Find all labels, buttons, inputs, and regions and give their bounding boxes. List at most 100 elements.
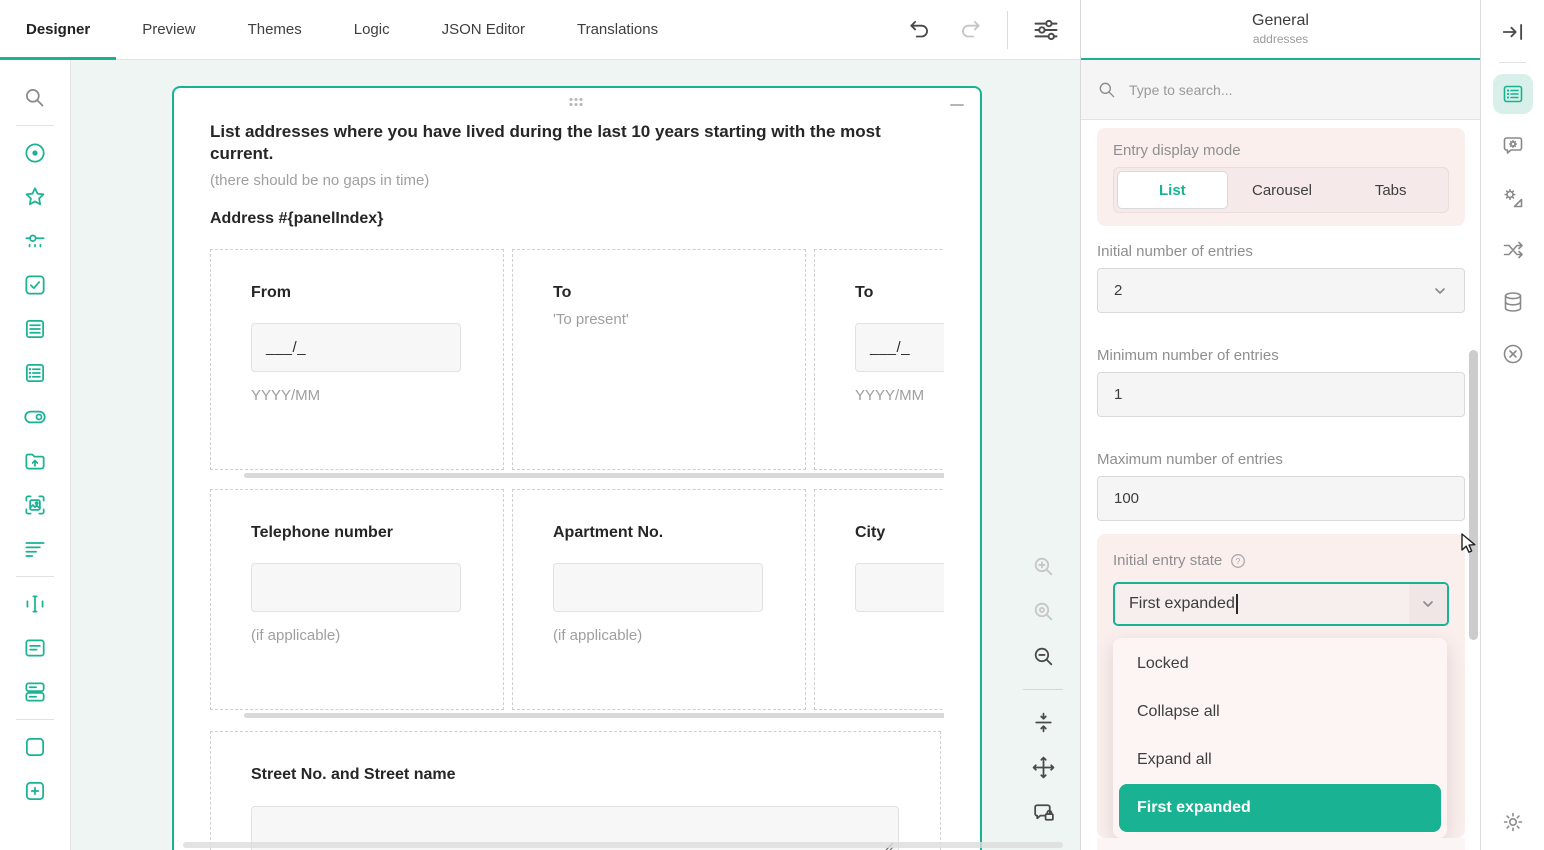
entry-display-mode-card: Entry display mode List Carousel Tabs xyxy=(1097,128,1465,226)
field-from[interactable]: From ___/_ YYYY/MM xyxy=(210,249,504,470)
settings-gear-icon[interactable] xyxy=(1501,810,1525,834)
field-description: YYYY/MM xyxy=(251,387,321,404)
logic-tab-icon[interactable] xyxy=(1493,230,1533,270)
tab-translations[interactable]: Translations xyxy=(551,0,684,59)
field-label: Street No. and Street name xyxy=(251,766,456,783)
boolean-toggle-icon[interactable] xyxy=(13,395,57,439)
zoom-out-icon[interactable] xyxy=(1031,644,1056,669)
field-label: Apartment No. xyxy=(553,524,664,541)
ranking-icon[interactable] xyxy=(13,527,57,571)
redo-icon[interactable] xyxy=(957,17,983,43)
tab-themes[interactable]: Themes xyxy=(222,0,328,59)
top-toolbar: Designer Preview Themes Logic JSON Edito… xyxy=(0,0,1080,60)
toolbox-divider xyxy=(16,576,54,577)
multiple-textboxes-icon[interactable] xyxy=(13,670,57,714)
option-expand-all[interactable]: Expand all xyxy=(1113,736,1447,784)
masked-date-input[interactable]: ___/_ xyxy=(251,323,461,372)
question-description[interactable]: (there should be no gaps in time) xyxy=(210,172,944,189)
field-label: From xyxy=(251,284,291,301)
layout-tab-icon[interactable] xyxy=(1493,178,1533,218)
comment-icon[interactable] xyxy=(13,626,57,670)
collapse-question-icon[interactable] xyxy=(950,104,964,106)
initial-entries-value: 2 xyxy=(1114,282,1123,299)
panel-scrollbar-thumb[interactable] xyxy=(1469,350,1478,640)
field-street[interactable]: Street No. and Street name xyxy=(210,731,941,850)
dynamic-panel-icon[interactable] xyxy=(13,769,57,813)
tab-json-editor[interactable]: JSON Editor xyxy=(416,0,551,59)
text-input[interactable] xyxy=(251,563,461,612)
collapse-all-icon[interactable] xyxy=(1031,710,1056,735)
text-input-icon[interactable] xyxy=(13,582,57,626)
initial-entry-state-combobox[interactable]: First expanded xyxy=(1113,582,1449,626)
option-first-expanded[interactable]: First expanded xyxy=(1119,784,1441,832)
rating-star-icon[interactable] xyxy=(13,175,57,219)
max-entries-input[interactable]: 100 xyxy=(1097,476,1465,521)
radiogroup-icon[interactable] xyxy=(13,131,57,175)
tab-designer[interactable]: Designer xyxy=(0,0,117,60)
option-list[interactable]: List xyxy=(1117,171,1228,209)
selected-question-panel[interactable]: List addresses where you have lived duri… xyxy=(172,86,982,850)
field-to[interactable]: To ___/_ YYYY/MM xyxy=(814,249,944,470)
min-entries-value: 1 xyxy=(1114,386,1123,403)
drag-handle-icon[interactable] xyxy=(569,98,585,108)
tab-preview[interactable]: Preview xyxy=(116,0,221,59)
field-telephone[interactable]: Telephone number (if applicable) xyxy=(210,489,504,710)
expand-all-icon[interactable] xyxy=(1031,755,1056,780)
field-to-present[interactable]: To 'To present' xyxy=(512,249,806,470)
selected-element-name: addresses xyxy=(1252,32,1309,46)
search-icon xyxy=(1097,80,1117,100)
field-apartment[interactable]: Apartment No. (if applicable) xyxy=(512,489,806,710)
field-label: To xyxy=(855,284,874,301)
panel-template-title[interactable]: Address #{panelIndex} xyxy=(210,210,944,228)
zoom-reset-icon[interactable] xyxy=(1031,599,1056,624)
adjust-settings-icon[interactable] xyxy=(1032,16,1060,44)
field-label: Telephone number xyxy=(251,524,393,541)
lock-state-icon[interactable] xyxy=(1031,800,1056,825)
slider-icon[interactable] xyxy=(13,219,57,263)
text-input[interactable] xyxy=(553,563,763,612)
checkbox-icon[interactable] xyxy=(13,263,57,307)
field-label: City xyxy=(855,524,886,541)
min-entries-input[interactable]: 1 xyxy=(1097,372,1465,417)
combobox-value: First expanded xyxy=(1129,595,1235,612)
validation-tab-icon[interactable] xyxy=(1493,334,1533,374)
tagbox-icon[interactable] xyxy=(13,351,57,395)
collapse-right-icon[interactable] xyxy=(1500,19,1526,45)
general-tab-icon[interactable] xyxy=(1492,74,1533,114)
help-icon[interactable]: ? xyxy=(1230,553,1246,569)
chevron-down-icon[interactable] xyxy=(1409,584,1447,624)
question-title[interactable]: List addresses where you have lived duri… xyxy=(210,121,944,165)
field-city[interactable]: City xyxy=(814,489,944,710)
row-divider-bar xyxy=(244,473,944,478)
min-entries-group: Minimum number of entries 1 xyxy=(1097,347,1465,417)
toolbar-actions xyxy=(907,0,1060,59)
dropdown-icon[interactable] xyxy=(13,307,57,351)
search-icon[interactable] xyxy=(13,76,57,120)
row-divider-bar xyxy=(244,713,944,718)
option-collapse-all[interactable]: Collapse all xyxy=(1113,688,1447,736)
text-input[interactable] xyxy=(855,563,944,612)
initial-entries-label: Initial number of entries xyxy=(1097,243,1253,260)
search-input[interactable] xyxy=(1127,80,1464,99)
horizontal-scrollbar[interactable] xyxy=(183,842,1063,848)
option-carousel[interactable]: Carousel xyxy=(1228,171,1337,209)
field-description: YYYY/MM xyxy=(855,387,925,404)
zoom-in-icon[interactable] xyxy=(1031,554,1056,579)
entry-display-mode-segmented: List Carousel Tabs xyxy=(1113,167,1449,213)
property-panel-header: General addresses xyxy=(1081,0,1480,60)
behavior-tab-icon[interactable] xyxy=(1493,126,1533,166)
zoombar-divider xyxy=(1023,689,1063,690)
option-locked[interactable]: Locked xyxy=(1113,640,1447,688)
data-tab-icon[interactable] xyxy=(1493,282,1533,322)
file-upload-icon[interactable] xyxy=(13,439,57,483)
option-tabs[interactable]: Tabs xyxy=(1336,171,1445,209)
panel-icon[interactable] xyxy=(13,725,57,769)
right-icon-strip xyxy=(1480,0,1544,850)
field-description: (if applicable) xyxy=(251,627,341,644)
image-picker-icon[interactable] xyxy=(13,483,57,527)
initial-entries-dropdown[interactable]: 2 xyxy=(1097,268,1465,313)
tab-logic[interactable]: Logic xyxy=(328,0,416,59)
design-surface: List addresses where you have lived duri… xyxy=(71,60,1080,850)
masked-date-input[interactable]: ___/_ xyxy=(855,323,944,372)
undo-icon[interactable] xyxy=(907,17,933,43)
